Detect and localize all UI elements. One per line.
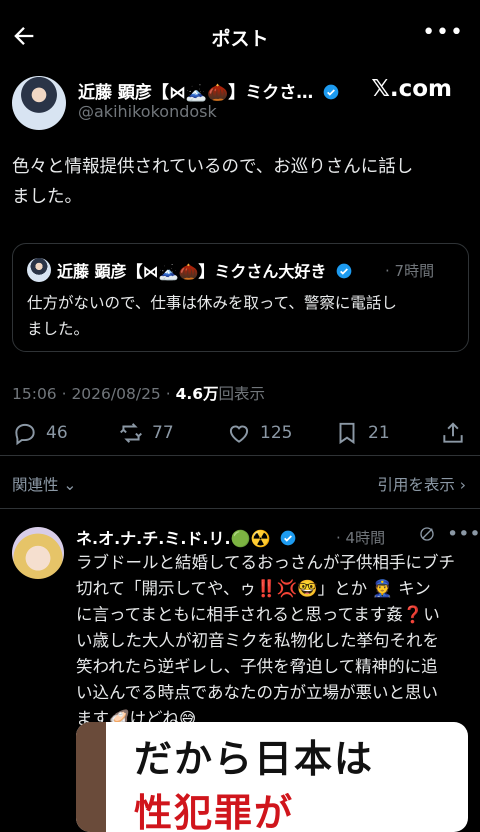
quoted-post[interactable]: 近藤 顕彦【⋈🗻🌰】ミクさん大好き · 7時間 仕方がないので、仕事は休みを取っ… bbox=[12, 243, 469, 352]
reply-button[interactable]: 46 bbox=[12, 420, 68, 446]
view-count: 4.6万 bbox=[175, 385, 219, 403]
top-bar: ポスト ••• bbox=[0, 0, 480, 72]
repost-button[interactable]: 77 bbox=[118, 420, 174, 446]
quoted-post-text: 仕方がないので、仕事は休みを取って、警察に電話し ました。 bbox=[27, 294, 397, 338]
share-icon bbox=[443, 422, 463, 443]
post-text: 色々と情報提供されているので、お巡りさんに話し ました。 bbox=[12, 157, 414, 207]
author-avatar[interactable] bbox=[12, 76, 66, 130]
repost-icon bbox=[120, 423, 142, 443]
site-badge: 𝕏.com bbox=[371, 76, 452, 102]
like-icon bbox=[229, 425, 249, 443]
reply-icon bbox=[15, 423, 35, 446]
more-icon[interactable]: ••• bbox=[422, 20, 464, 45]
media-caption-line2: 性犯罪が bbox=[134, 791, 295, 832]
author-handle[interactable]: @akihikokondosk bbox=[78, 102, 217, 121]
post-meta: 15:06 · 2026/08/25 · 4.6万回表示 bbox=[12, 385, 266, 403]
grok-icon[interactable] bbox=[418, 525, 436, 548]
page-title: ポスト bbox=[211, 28, 269, 50]
verified-icon bbox=[323, 84, 339, 100]
quoted-post-time: · 7時間 bbox=[385, 262, 435, 280]
media-caption-line1: だから日本は bbox=[134, 737, 375, 781]
bookmark-icon bbox=[339, 422, 355, 445]
action-bar: 46 77 125 21 bbox=[0, 414, 480, 454]
reply-text: ラブドールと結婚してるおっさんが子供相手にブチ 切れて「開示してや、ゥ‼️💢🤓」… bbox=[76, 553, 456, 728]
quoted-author-name: 近藤 顕彦【⋈🗻🌰】ミクさん大好き bbox=[57, 258, 352, 282]
reply-author-avatar[interactable] bbox=[12, 527, 64, 579]
view-quotes-link[interactable]: 引用を表示 › bbox=[377, 473, 466, 495]
reply-time: · 4時間 bbox=[336, 529, 386, 547]
divider bbox=[0, 508, 480, 509]
bookmark-button[interactable]: 21 bbox=[334, 420, 390, 446]
reply-author-name[interactable]: ネ.オ.ナ.チ.ミ.ド.リ.🟢☢️ bbox=[76, 525, 296, 549]
share-button[interactable] bbox=[440, 420, 466, 446]
author-name[interactable]: 近藤 顕彦【⋈🗻🌰】ミクさ… bbox=[78, 78, 339, 103]
like-button[interactable]: 125 bbox=[226, 420, 292, 446]
reply-more-icon[interactable]: ••• bbox=[447, 523, 480, 545]
verified-icon bbox=[336, 263, 352, 279]
sort-dropdown[interactable]: 関連性 ⌄ bbox=[12, 473, 76, 495]
verified-icon bbox=[280, 530, 296, 546]
divider bbox=[0, 455, 480, 456]
quoted-author-avatar bbox=[27, 258, 51, 282]
